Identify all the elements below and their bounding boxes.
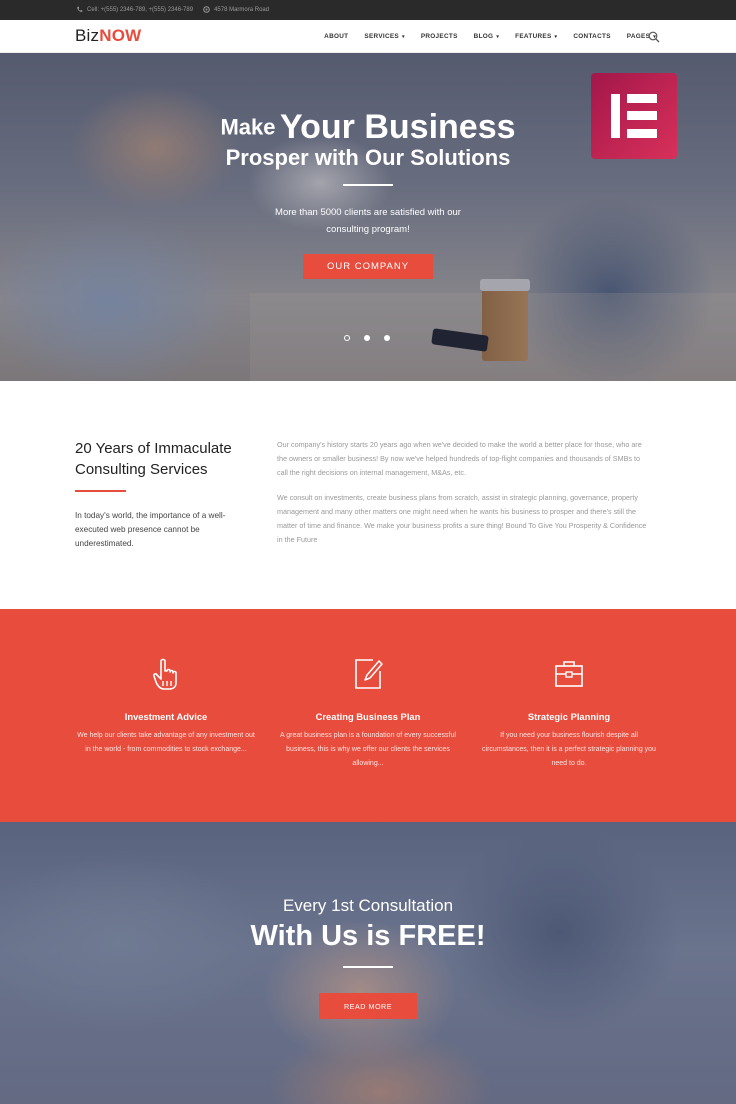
top-bar: Cell: +(555) 2346-789, +(555) 2346-789 4… (0, 0, 736, 20)
briefcase-icon (554, 657, 584, 691)
slider-dot[interactable] (344, 335, 350, 341)
logo-prefix: Biz (75, 26, 100, 45)
hero-title-line1: Make Your Business (0, 108, 736, 147)
slider-pagination (344, 335, 390, 341)
cta-line2: With Us is FREE! (250, 920, 486, 952)
about-title: 20 Years of Immaculate Consulting Servic… (75, 440, 232, 478)
hero-subtitle: More than 5000 clients are satisfied wit… (275, 207, 461, 235)
main-header: BizNOW ABOUT SERVICES ▾ PROJECTS BLOG ▾ FE… (0, 20, 736, 53)
chevron-down-icon: ▾ (496, 33, 500, 40)
chevron-down-icon: ▾ (402, 33, 405, 40)
slider-dot[interactable] (384, 335, 390, 341)
menu-label: PROJECTS (420, 33, 458, 40)
hero-divider (343, 184, 393, 186)
service-text: We help our clients take advantage of an… (77, 732, 255, 753)
menu-item-projects[interactable]: PROJECTS (421, 33, 458, 40)
menu-label: CONTACTS (573, 33, 611, 40)
main-menu: ABOUT SERVICES ▾ PROJECTS BLOG ▾ FEATURES ▾… (324, 20, 656, 53)
logo-suffix: NOW (99, 26, 142, 45)
service-title: Investment Advice (124, 711, 208, 722)
elementor-logo-bar (627, 94, 657, 103)
about-divider (75, 490, 126, 492)
phone-text: Cell: +(555) 2346-789, +(555) 2346-789 (87, 7, 194, 13)
menu-label: FEATURES (515, 33, 552, 40)
services-section: Investment Advice We help our clients ta… (0, 609, 736, 822)
menu-label: SERVICES (364, 33, 399, 40)
search-icon[interactable] (648, 30, 660, 43)
topbar-phone: Cell: +(555) 2346-789, +(555) 2346-789 (76, 6, 193, 15)
phone-icon (76, 6, 83, 15)
menu-item-features[interactable]: FEATURES ▾ (515, 33, 557, 40)
read-more-button[interactable]: READ MORE (319, 993, 417, 1019)
hero-slider: Make Your Business Prosper with Our Solu… (0, 53, 736, 381)
menu-item-services[interactable]: SERVICES ▾ (364, 33, 404, 40)
hand-pointer-icon (151, 657, 181, 691)
menu-label: BLOG (473, 33, 494, 40)
menu-item-about[interactable]: ABOUT (324, 33, 348, 40)
about-section: 20 Years of Immaculate Consulting Servic… (0, 381, 736, 609)
cta-divider (343, 966, 393, 968)
service-title: Strategic Planning (527, 711, 611, 722)
site-logo[interactable]: BizNOW (75, 26, 141, 46)
service-title: Creating Business Plan (315, 711, 421, 722)
address-text: 4578 Marmora Road (214, 7, 270, 13)
menu-item-contacts[interactable]: CONTACTS (573, 33, 610, 40)
location-icon (203, 5, 210, 15)
hero-title-line2: Prosper with Our Solutions (225, 145, 511, 170)
menu-label: ABOUT (324, 33, 349, 40)
menu-item-blog[interactable]: BLOG ▾ (474, 33, 499, 40)
about-left-text: In today's world, the importance of a we… (75, 511, 226, 548)
edit-document-icon (353, 657, 383, 691)
about-paragraph-1: Our company's history starts 20 years ag… (277, 440, 642, 477)
hero-title-big: Your Business (279, 108, 516, 146)
our-company-button[interactable]: OUR COMPANY (303, 254, 433, 279)
hero-title-small: Make (220, 114, 276, 140)
service-text: If you need your business flourish despi… (482, 732, 656, 767)
slider-dot[interactable] (364, 335, 370, 341)
about-paragraph-2: We consult on investments, create busine… (277, 493, 647, 544)
topbar-address: 4578 Marmora Road (203, 5, 270, 15)
chevron-down-icon: ▾ (554, 33, 558, 40)
cta-section: Every 1st Consultation With Us is FREE! … (0, 822, 736, 1104)
menu-label: PAGES (626, 33, 651, 40)
cta-overlay (0, 822, 736, 1104)
cta-line1: Every 1st Consultation (282, 896, 454, 915)
service-text: A great business plan is a foundation of… (280, 732, 456, 767)
